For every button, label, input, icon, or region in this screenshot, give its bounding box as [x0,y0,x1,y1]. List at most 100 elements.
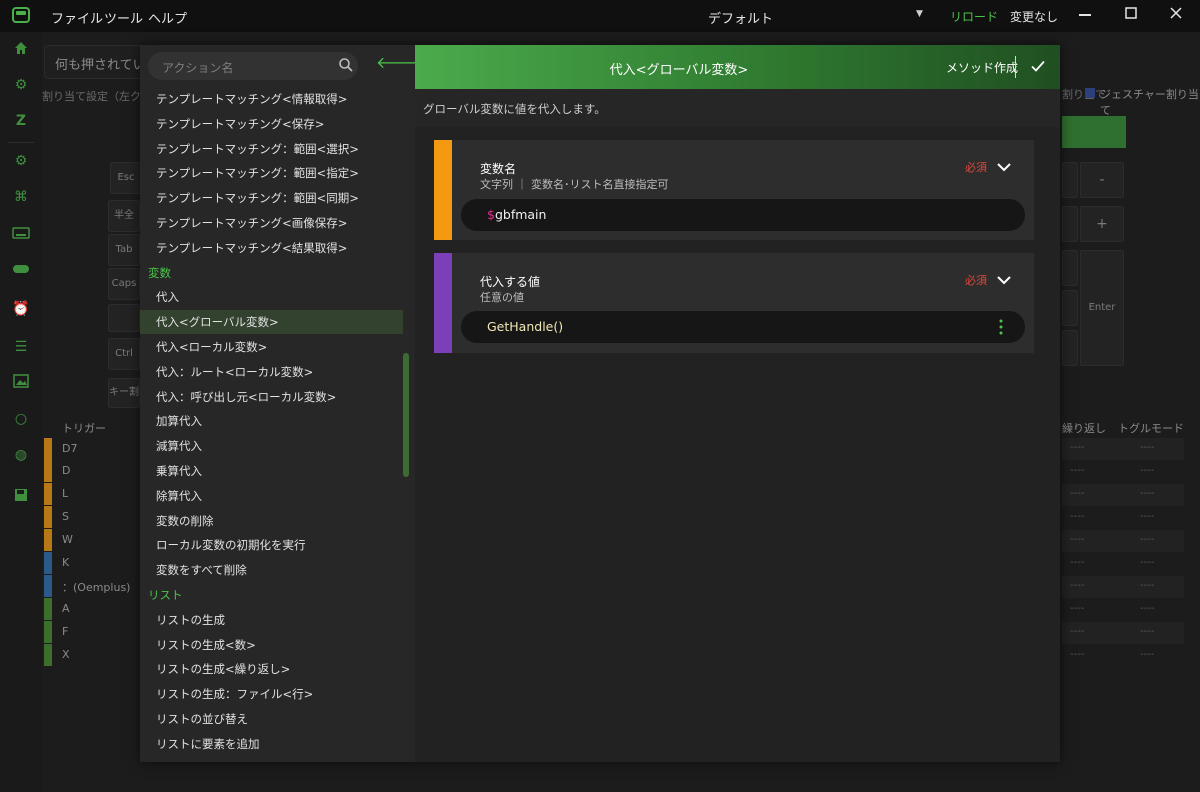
z-icon[interactable]: Z [12,112,30,130]
repeat-column-header: 繰り返し [1062,422,1106,435]
key-partial-2[interactable] [1062,206,1078,242]
list-item[interactable]: リストの生成 [140,608,403,632]
trigger-row[interactable]: S [44,506,140,528]
list-item[interactable]: 代入：ルート<ローカル変数> [140,360,403,384]
key-partial-5[interactable] [1062,330,1078,366]
key-hankaku[interactable]: 半全 [108,200,140,232]
list-item[interactable]: リストの生成：ファイル<行> [140,682,403,706]
table-row[interactable]: ---- ---- [1062,622,1184,644]
check-icon[interactable] [1029,57,1047,75]
key-ctrl[interactable]: Ctrl [108,338,140,370]
key-partial-1[interactable] [1062,162,1078,198]
table-row[interactable]: ---- ---- [1062,484,1184,506]
list-item[interactable]: テンプレートマッチング：範囲<同期> [140,186,403,210]
circle-icon[interactable]: ○ [12,410,30,428]
action-search-input[interactable]: アクション名 [148,52,358,80]
key-assign-button[interactable]: キー割 [108,378,140,408]
list-item[interactable]: テンプレートマッチング<結果取得> [140,236,403,260]
gamepad-icon[interactable] [12,262,30,280]
image-icon[interactable] [12,374,30,392]
list-item[interactable]: 加算代入 [140,409,403,433]
list-item[interactable]: 変数の削除 [140,509,403,533]
trigger-row[interactable]: W [44,529,140,551]
list-item[interactable]: リストの並び替え [140,707,403,731]
list-item[interactable]: 代入 [140,285,403,309]
table-row[interactable]: ---- ---- [1062,576,1184,598]
key-enter[interactable]: Enter [1080,250,1124,366]
list-item[interactable]: リストの生成<繰り返し> [140,657,403,681]
command-icon[interactable]: ⌘ [12,188,30,206]
list-item[interactable]: テンプレートマッチング：範囲<選択> [140,137,403,161]
minimize-icon[interactable] [1075,6,1095,24]
list-item[interactable]: リストの生成<数> [140,633,403,657]
trigger-row[interactable]: D7 [44,438,140,460]
back-arrow-icon[interactable]: 🡐 [376,55,419,71]
list-item[interactable]: 乗算代入 [140,459,403,483]
list-item[interactable]: テンプレートマッチング：範囲<指定> [140,161,403,185]
chevron-down-icon[interactable] [997,162,1011,172]
alarm-icon[interactable]: ⏰ [12,300,30,318]
list-item[interactable]: 変数をすべて削除 [140,558,403,582]
save-icon[interactable] [12,488,30,506]
chevron-down-icon[interactable] [997,275,1011,285]
list-item[interactable]: リストに要素を追加 [140,732,403,756]
globe-icon[interactable]: ◍ [12,446,30,464]
table-row[interactable]: ---- ---- [1062,645,1184,667]
list-item[interactable]: 代入：呼び出し元<ローカル変数> [140,385,403,409]
gear-icon[interactable]: ⚙ [12,76,30,94]
trigger-row[interactable]: D [44,460,140,482]
key-partial-3[interactable] [1062,250,1078,286]
list-icon[interactable]: ☰ [12,338,30,356]
key-shift[interactable] [108,304,140,332]
menu-help[interactable]: ヘルプ [148,8,187,27]
create-method-button[interactable]: メソッド作成 [946,59,1018,76]
assign-value-field[interactable]: GetHandle() [461,311,1025,343]
list-item-selected[interactable]: 代入<グローバル変数> [140,310,403,335]
list-item[interactable]: 減算代入 [140,434,403,458]
trigger-row[interactable]: A [44,598,140,620]
reload-button[interactable]: リロード [950,8,998,25]
list-item[interactable]: テンプレートマッチング<画像保存> [140,211,403,235]
parameter-title: 代入する値 [480,275,541,289]
home-icon[interactable] [12,40,30,58]
menu-file[interactable]: ファイル [51,8,103,27]
table-row[interactable]: ---- ---- [1062,461,1184,483]
gesture-checkbox[interactable] [1085,88,1095,98]
list-item[interactable]: 除算代入 [140,484,403,508]
card-color-bar [434,140,452,240]
table-row[interactable]: ---- ---- [1062,507,1184,529]
key-caps[interactable]: Caps [108,268,140,300]
key-plus[interactable]: + [1080,206,1124,242]
list-item[interactable]: テンプレートマッチング<保存> [140,112,403,136]
parameter-card-assign-value: 代入する値 任意の値 必須 GetHandle() [434,253,1034,353]
table-row[interactable]: ---- ---- [1062,438,1184,460]
key-tab[interactable]: Tab [108,234,140,266]
profile-select[interactable]: デフォルト [708,8,773,27]
maximize-icon[interactable] [1121,6,1141,24]
trigger-row[interactable]: ：(Oemplus) [44,575,140,597]
table-row[interactable]: ---- ---- [1062,599,1184,621]
key-partial-4[interactable] [1062,290,1078,326]
more-options-icon[interactable] [999,319,1003,335]
list-item[interactable]: 代入<ローカル変数> [140,335,403,359]
list-item[interactable]: ローカル変数の初期化を実行 [140,533,403,557]
variable-name-field[interactable]: $gbfmain [461,199,1025,231]
settings-icon[interactable]: ⚙ [12,152,30,170]
key-minus[interactable]: - [1080,162,1124,198]
background-apply-button[interactable] [1062,116,1126,148]
trigger-row[interactable]: K [44,552,140,574]
key-esc[interactable]: Esc [110,162,142,194]
trigger-row[interactable]: L [44,483,140,505]
search-icon[interactable] [338,57,354,73]
table-row[interactable]: ---- ---- [1062,530,1184,552]
list-item[interactable]: テンプレートマッチング<情報取得> [140,87,403,111]
table-row[interactable]: ---- ---- [1062,553,1184,575]
list-scrollbar[interactable] [403,353,409,477]
background-search-field[interactable]: 何も押されていな [44,45,154,79]
keyboard-icon[interactable] [12,226,30,244]
close-icon[interactable] [1166,6,1186,24]
caret-down-icon[interactable]: ▼ [916,9,923,19]
menu-tools[interactable]: ツール [104,8,143,27]
trigger-row[interactable]: X [44,644,140,666]
trigger-row[interactable]: F [44,621,140,643]
